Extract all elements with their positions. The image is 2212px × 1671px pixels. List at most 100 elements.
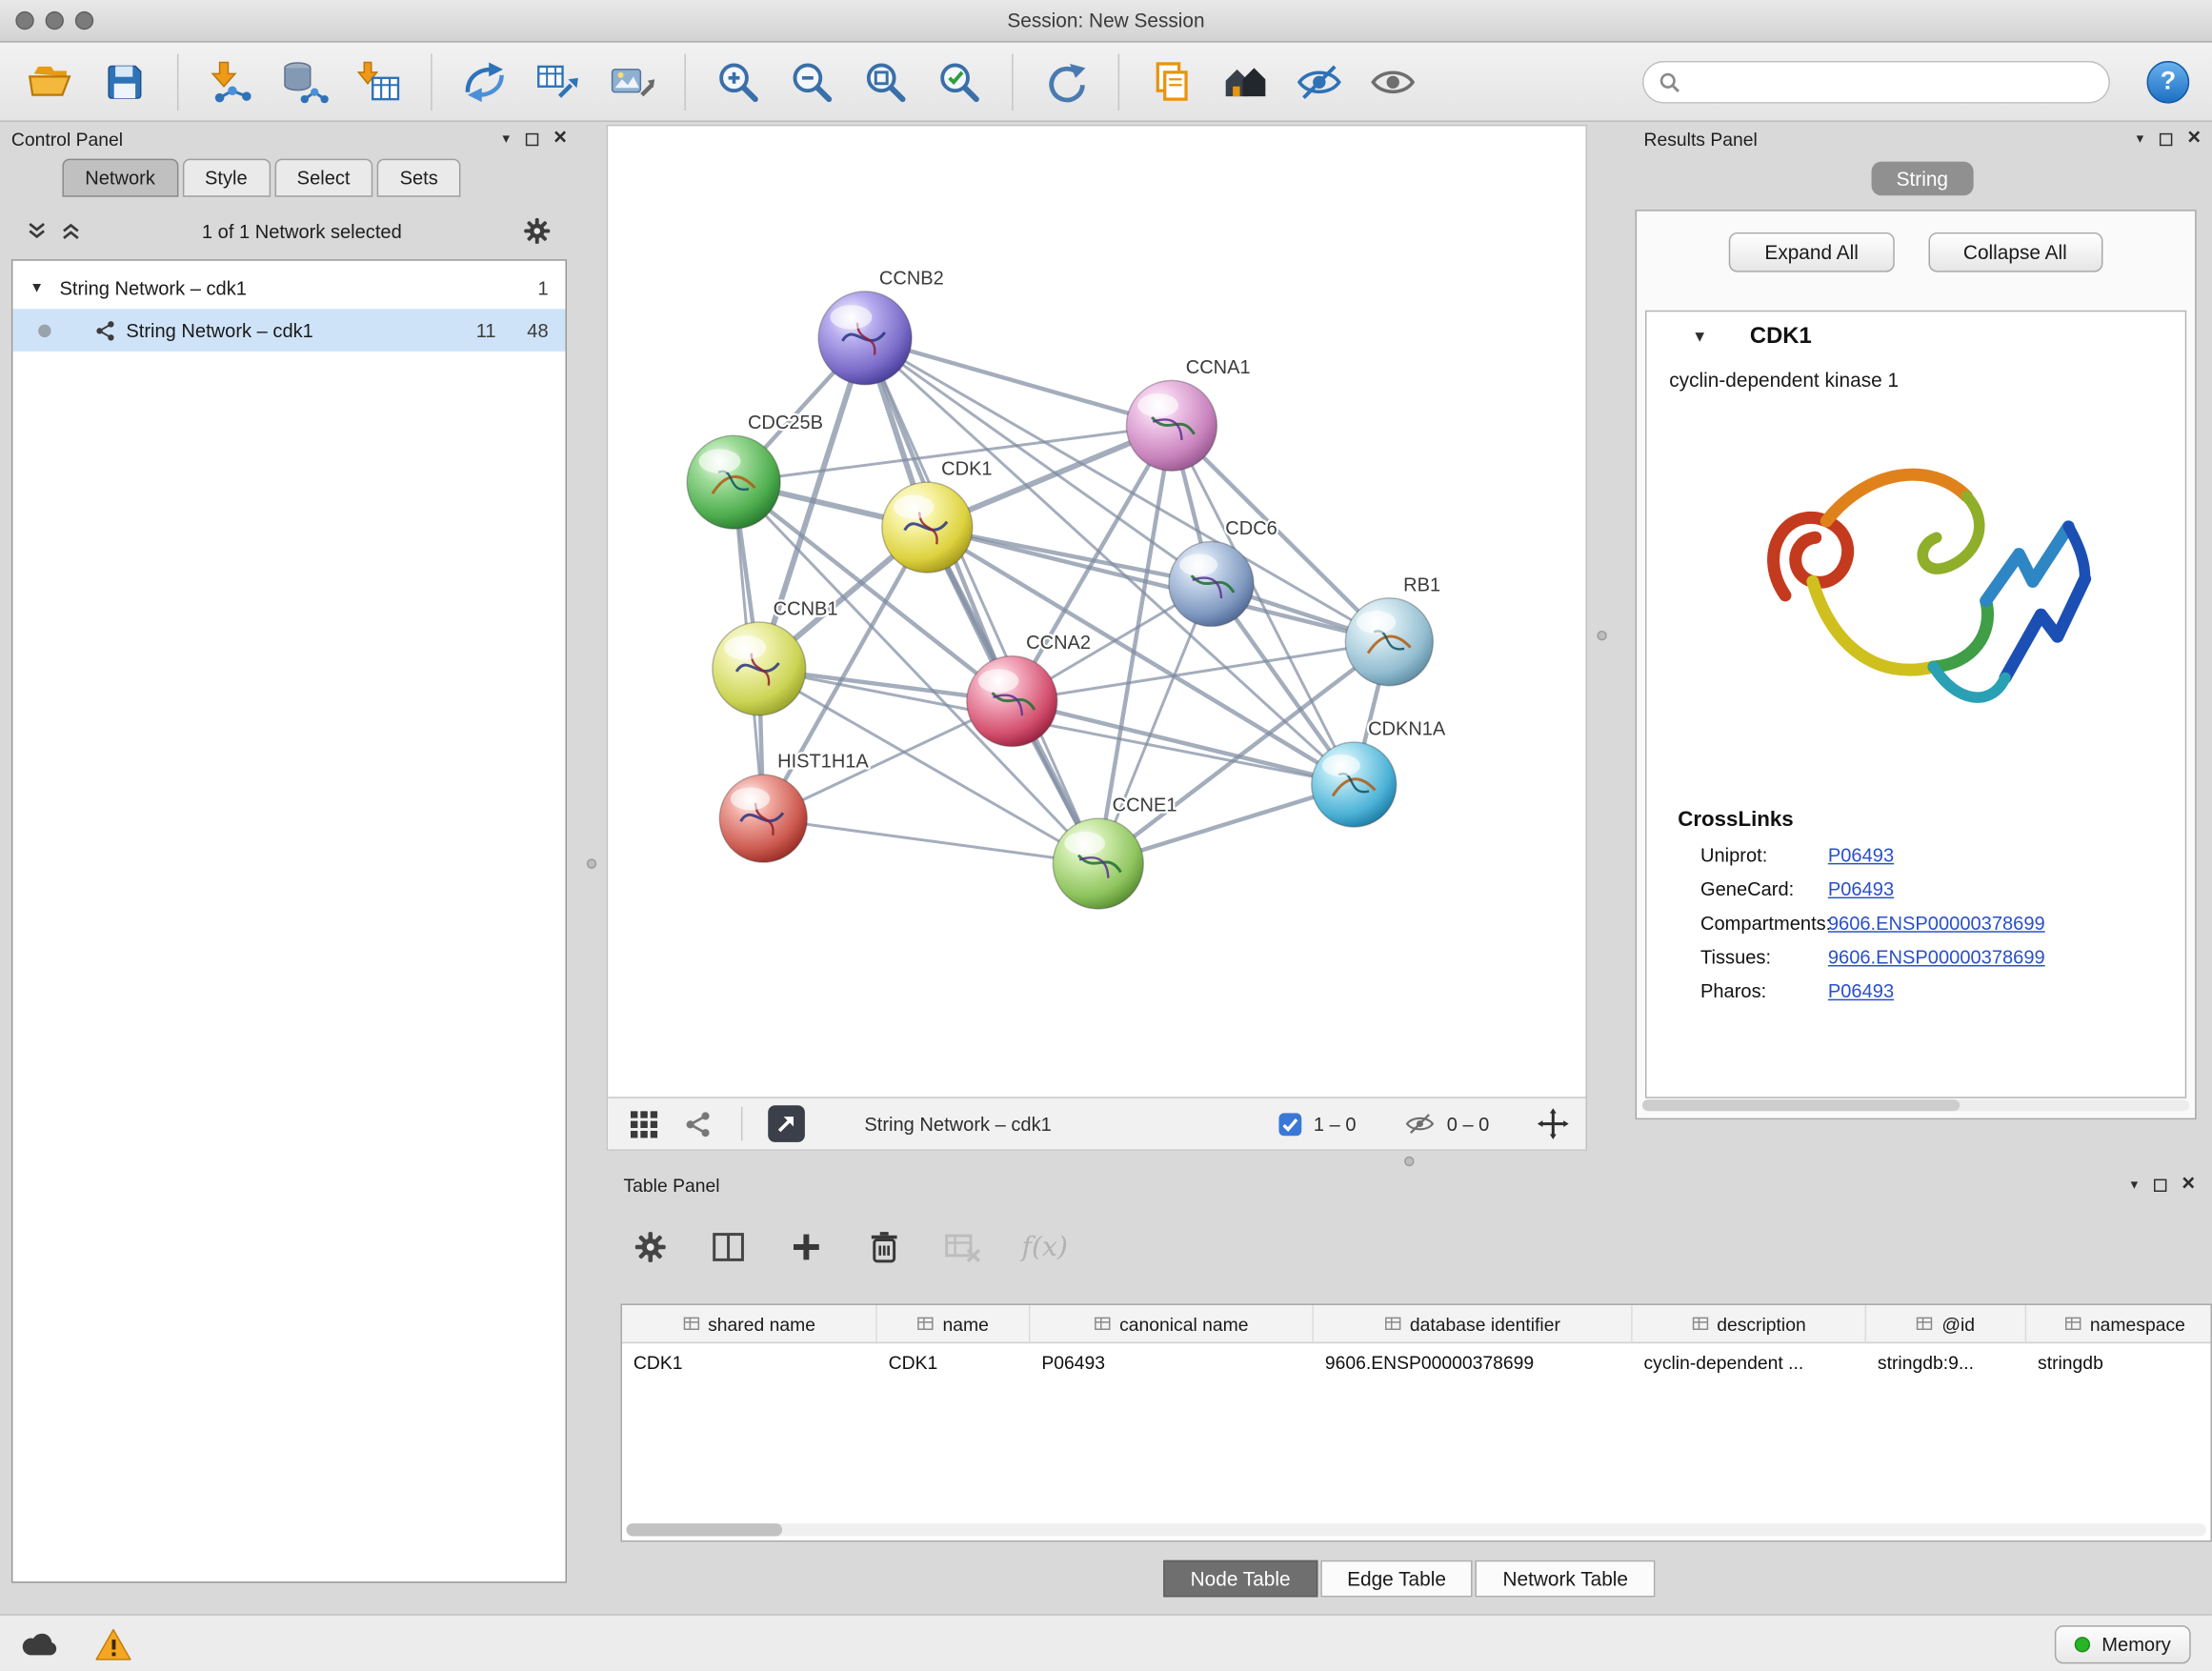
results-hscrollbar[interactable] (1642, 1099, 2189, 1111)
node-CDKN1A[interactable] (1312, 742, 1397, 827)
show-all-button[interactable] (1364, 51, 1421, 111)
control-panel-tab-network[interactable]: Network (62, 159, 177, 197)
splitter-handle[interactable] (587, 858, 596, 868)
gene-collapse-icon[interactable]: ▼ (1692, 329, 1707, 346)
toolbar-separator (741, 1107, 742, 1141)
crosslink-value-link[interactable]: P06493 (1828, 878, 1894, 899)
table-row[interactable]: CDK1CDK1P064939606.ENSP00000378699cyclin… (622, 1343, 2210, 1381)
node-CCNB2[interactable] (818, 292, 912, 385)
search-input[interactable] (1691, 70, 2095, 91)
node-CCNB1[interactable] (713, 622, 806, 715)
node-CDC25B[interactable] (687, 435, 780, 529)
toolbar-separator (1012, 53, 1013, 111)
save-session-button[interactable] (96, 51, 153, 111)
column-header[interactable]: name (877, 1305, 1031, 1342)
copy-document-button[interactable] (1143, 51, 1200, 111)
edge-HIST1H1A-CCNE1[interactable] (763, 818, 1098, 863)
node-CDK1[interactable] (882, 482, 973, 573)
show-columns-icon[interactable] (710, 1229, 747, 1266)
open-session-button[interactable] (23, 51, 79, 111)
panel-close-icon[interactable]: × (2182, 1178, 2195, 1192)
collapse-all-button[interactable]: Collapse All (1928, 232, 2102, 272)
birdseye-grid-icon[interactable] (625, 1105, 662, 1142)
share-network-icon[interactable] (679, 1105, 716, 1142)
column-header[interactable]: canonical name (1030, 1305, 1314, 1342)
expand-all-networks-icon[interactable] (59, 220, 82, 243)
panel-float-icon[interactable] (2159, 132, 2171, 145)
help-button[interactable]: ? (2147, 60, 2190, 103)
collapse-all-networks-icon[interactable] (26, 220, 49, 243)
splitter-handle[interactable] (1597, 631, 1606, 640)
open-folder-icon (27, 57, 75, 106)
memory-button[interactable]: Memory (2055, 1625, 2190, 1663)
crosslink-row: Uniprot:P06493 (1646, 845, 2184, 866)
tab-node-table[interactable]: Node Table (1163, 1560, 1317, 1598)
panel-menu-icon[interactable]: ▾ (2137, 131, 2143, 147)
tab-edge-table[interactable]: Edge Table (1320, 1560, 1473, 1598)
network-canvas[interactable]: CCNB2CCNA1CDC25BCDK1CDC6RB1CCNB1CCNA2CDK… (608, 126, 1585, 1097)
hidden-eye-slash-icon[interactable] (1404, 1113, 1436, 1136)
panel-menu-icon[interactable]: ▾ (2131, 1177, 2138, 1192)
network-row-selected[interactable]: String Network – cdk1 11 48 (12, 309, 565, 352)
hide-selected-button[interactable] (1291, 51, 1348, 111)
control-panel: Control Panel ▾ × NetworkStyleSelectSets… (11, 125, 567, 1584)
zoom-in-button[interactable] (710, 51, 767, 111)
warning-icon[interactable] (93, 1625, 133, 1662)
panel-close-icon[interactable]: × (553, 131, 567, 146)
zoom-selected-button[interactable] (931, 51, 988, 111)
zoom-fit-button[interactable] (857, 51, 914, 111)
column-header[interactable]: description (1633, 1305, 1866, 1342)
panel-close-icon[interactable]: × (2187, 131, 2201, 146)
node-label-CDK1: CDK1 (941, 459, 992, 480)
table-options-gear-icon[interactable] (632, 1229, 669, 1266)
control-panel-tab-select[interactable]: Select (274, 159, 372, 197)
control-panel-tab-sets[interactable]: Sets (377, 159, 461, 197)
open-in-browser-button[interactable] (768, 1105, 805, 1142)
table-hscroll-thumb[interactable] (626, 1523, 782, 1536)
network-graph[interactable]: CCNB2CCNA1CDC25BCDK1CDC6RB1CCNB1CCNA2CDK… (608, 126, 1585, 1097)
add-column-icon[interactable] (788, 1229, 825, 1266)
zoom-out-button[interactable] (784, 51, 841, 111)
import-network-database-button[interactable] (276, 51, 333, 111)
new-network-from-table-button[interactable] (530, 51, 586, 111)
node-CDC6[interactable] (1169, 541, 1254, 626)
expand-all-button[interactable]: Expand All (1729, 232, 1894, 272)
crosslink-value-link[interactable]: 9606.ENSP00000378699 (1828, 913, 2045, 934)
panel-menu-icon[interactable]: ▾ (503, 131, 510, 147)
cloud-status-icon[interactable] (20, 1625, 60, 1662)
merge-networks-button[interactable] (456, 51, 513, 111)
selected-checkbox-icon[interactable] (1278, 1112, 1302, 1136)
column-header[interactable]: namespace (2026, 1305, 2212, 1342)
collection-collapse-icon[interactable]: ▼ (30, 280, 50, 295)
results-hscroll-thumb[interactable] (1642, 1099, 1960, 1111)
splitter-handle[interactable] (1404, 1157, 1414, 1166)
network-node-count: 11 (476, 319, 496, 340)
refresh-view-button[interactable] (1037, 51, 1095, 111)
node-HIST1H1A[interactable] (719, 775, 807, 862)
column-header[interactable]: database identifier (1314, 1305, 1633, 1342)
home-layout-button[interactable] (1217, 51, 1275, 111)
network-options-gear-icon[interactable] (521, 215, 553, 247)
node-CCNA2[interactable] (967, 656, 1057, 747)
table-hscrollbar[interactable] (626, 1523, 2206, 1536)
export-image-button[interactable] (604, 51, 661, 111)
panel-float-icon[interactable] (525, 132, 537, 145)
node-CCNA1[interactable] (1126, 380, 1217, 471)
import-table-file-button[interactable] (350, 51, 407, 111)
network-collection-row[interactable]: ▼ String Network – cdk1 1 (12, 267, 565, 310)
crosslink-value-link[interactable]: 9606.ENSP00000378699 (1828, 947, 2045, 968)
control-panel-tab-style[interactable]: Style (182, 159, 270, 197)
import-network-file-button[interactable] (203, 51, 260, 111)
column-header[interactable]: @id (1866, 1305, 2026, 1342)
pan-crosshair-icon[interactable] (1538, 1108, 1569, 1139)
node-RB1[interactable] (1345, 598, 1433, 686)
delete-column-trash-icon[interactable] (866, 1229, 903, 1266)
tab-network-table[interactable]: Network Table (1476, 1560, 1655, 1598)
column-header[interactable]: shared name (622, 1305, 877, 1342)
crosslink-value-link[interactable]: P06493 (1828, 980, 1894, 1001)
edge-CCNB2-CCNE1[interactable] (865, 338, 1098, 864)
node-CCNE1[interactable] (1053, 818, 1143, 909)
crosslink-value-link[interactable]: P06493 (1828, 845, 1894, 866)
panel-float-icon[interactable] (2153, 1178, 2165, 1191)
tab-string[interactable]: String (1871, 162, 1974, 196)
